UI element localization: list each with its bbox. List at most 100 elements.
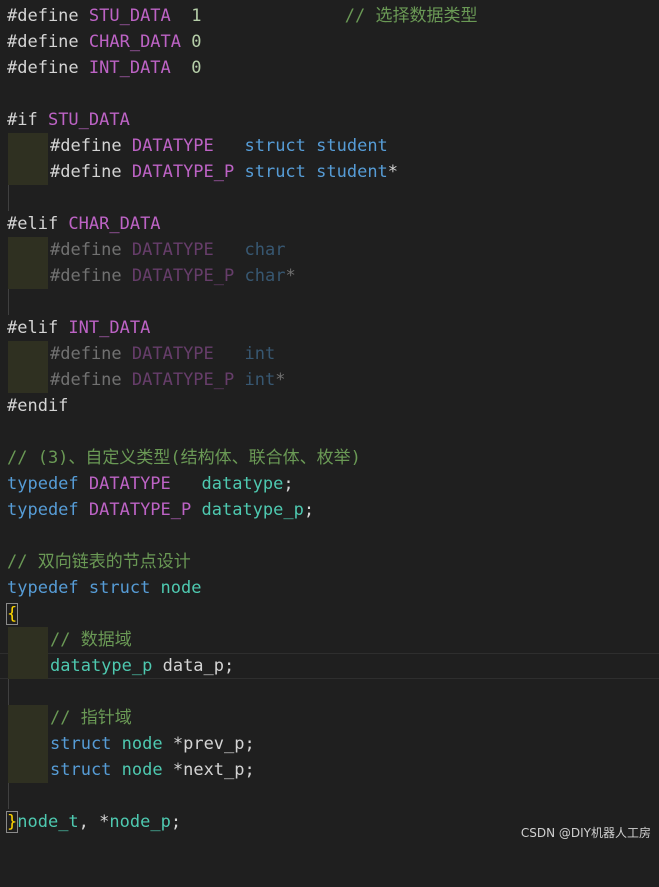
code-line-5[interactable]: #if STU_DATA (0, 107, 659, 133)
code-line-16[interactable]: #endif (0, 393, 659, 419)
directive: #define (7, 6, 89, 26)
keyword: char (213, 240, 286, 260)
code-line-30[interactable]: struct node *next_p; (0, 757, 659, 783)
directive: #define (50, 266, 132, 286)
comment: // 数据域 (50, 630, 132, 650)
type-name: node_p (109, 812, 171, 832)
macro-name: CHAR_DATA (88, 32, 182, 52)
directive: #if (7, 110, 48, 130)
macro-name: CHAR_DATA (68, 214, 161, 234)
close-brace: } (5, 811, 19, 833)
indent-guide (8, 237, 48, 263)
indent-guide (8, 133, 48, 159)
macro-name: DATATYPE (131, 136, 214, 156)
comment: // 指针域 (50, 708, 132, 728)
indent-guide (8, 185, 9, 211)
code-line-31[interactable] (0, 783, 659, 809)
macro-name: DATATYPE (131, 240, 214, 260)
code-line-3[interactable]: #define INT_DATA 0 (0, 55, 659, 81)
indent-guide (8, 289, 9, 315)
code-line-26[interactable]: datatype_p data_p; (0, 653, 659, 679)
indent-guide (8, 731, 48, 757)
code-line-19[interactable]: typedef DATATYPE datatype; (0, 471, 659, 497)
code-line-27[interactable] (0, 679, 659, 705)
indent-guide (8, 627, 48, 653)
type-name: student (305, 162, 388, 182)
code-line-1[interactable]: #define STU_DATA 1 // 选择数据类型 (0, 3, 659, 29)
code-line-14[interactable]: #define DATATYPE int (0, 341, 659, 367)
operator: * (285, 266, 296, 286)
code-line-9[interactable]: #elif CHAR_DATA (0, 211, 659, 237)
open-brace: { (5, 603, 19, 625)
code-line-12[interactable] (0, 289, 659, 315)
keyword: struct (50, 760, 122, 780)
keyword: struct (50, 734, 122, 754)
keyword: struct (88, 578, 161, 598)
code-line-6[interactable]: #define DATATYPE struct student (0, 133, 659, 159)
directive: #define (50, 240, 132, 260)
keyword: struct (213, 136, 306, 156)
keyword: int (234, 370, 276, 390)
number-literal: 0 (181, 32, 202, 52)
macro-name: INT_DATA (88, 58, 171, 78)
watermark: CSDN @DIY机器人工房 (520, 826, 651, 840)
type-name: node (121, 734, 163, 754)
code-editor[interactable]: #define STU_DATA 1 // 选择数据类型 #define CHA… (0, 0, 659, 849)
directive: #elif (7, 214, 69, 234)
directive: #define (7, 58, 89, 78)
indent-guide (8, 757, 48, 783)
punctuation: ; (283, 474, 294, 494)
macro-name: STU_DATA (47, 110, 130, 130)
code-line-7[interactable]: #define DATATYPE_P struct student* (0, 159, 659, 185)
indent-guide (8, 679, 9, 705)
directive: #endif (7, 396, 69, 416)
indent-guide (8, 367, 48, 393)
macro-name: STU_DATA (88, 6, 171, 26)
punctuation: ; (244, 734, 255, 754)
macro-name: DATATYPE (88, 474, 171, 494)
directive: #elif (7, 318, 69, 338)
comment: // 双向链表的节点设计 (7, 552, 191, 572)
keyword: char (234, 266, 286, 286)
punctuation: ; (303, 500, 315, 520)
type-name: datatype_p (50, 656, 153, 676)
code-line-15[interactable]: #define DATATYPE_P int* (0, 367, 659, 393)
type-name: node (160, 578, 202, 598)
code-line-22[interactable]: // 双向链表的节点设计 (0, 549, 659, 575)
code-line-28[interactable]: // 指针域 (0, 705, 659, 731)
code-line-20[interactable]: typedef DATATYPE_P datatype_p; (0, 497, 659, 523)
punctuation: ; (170, 812, 182, 832)
macro-name: INT_DATA (68, 318, 151, 338)
code-line-13[interactable]: #elif INT_DATA (0, 315, 659, 341)
variable: prev_p (183, 734, 245, 754)
type-name: node_t (17, 812, 79, 832)
code-line-8[interactable] (0, 185, 659, 211)
indent-guide (8, 159, 48, 185)
macro-name: DATATYPE_P (131, 162, 235, 182)
code-line-29[interactable]: struct node *prev_p; (0, 731, 659, 757)
indent-guide (8, 653, 48, 679)
code-line-25[interactable]: // 数据域 (0, 627, 659, 653)
punctuation: ; (224, 656, 235, 676)
directive: #define (50, 370, 132, 390)
operator: * (162, 734, 184, 754)
code-line-18[interactable]: // (3)、自定义类型(结构体、联合体、枚举) (0, 445, 659, 471)
macro-name: DATATYPE_P (131, 370, 235, 390)
directive: #define (50, 136, 132, 156)
comment: // 选择数据类型 (201, 6, 478, 26)
code-line-10[interactable]: #define DATATYPE char (0, 237, 659, 263)
number-literal: 0 (170, 58, 202, 78)
number-literal: 1 (170, 6, 202, 26)
type-name: datatype (170, 474, 284, 494)
indent-guide (8, 705, 48, 731)
code-line-11[interactable]: #define DATATYPE_P char* (0, 263, 659, 289)
type-name: node (121, 760, 163, 780)
keyword: typedef (7, 578, 89, 598)
comment: // (3)、自定义类型(结构体、联合体、枚举) (7, 448, 361, 468)
code-line-2[interactable]: #define CHAR_DATA 0 (0, 29, 659, 55)
code-line-23[interactable]: typedef struct node (0, 575, 659, 601)
operator: * (162, 760, 184, 780)
indent-guide (8, 783, 9, 809)
code-line-24[interactable]: { (0, 601, 659, 627)
variable: next_p (183, 760, 245, 780)
